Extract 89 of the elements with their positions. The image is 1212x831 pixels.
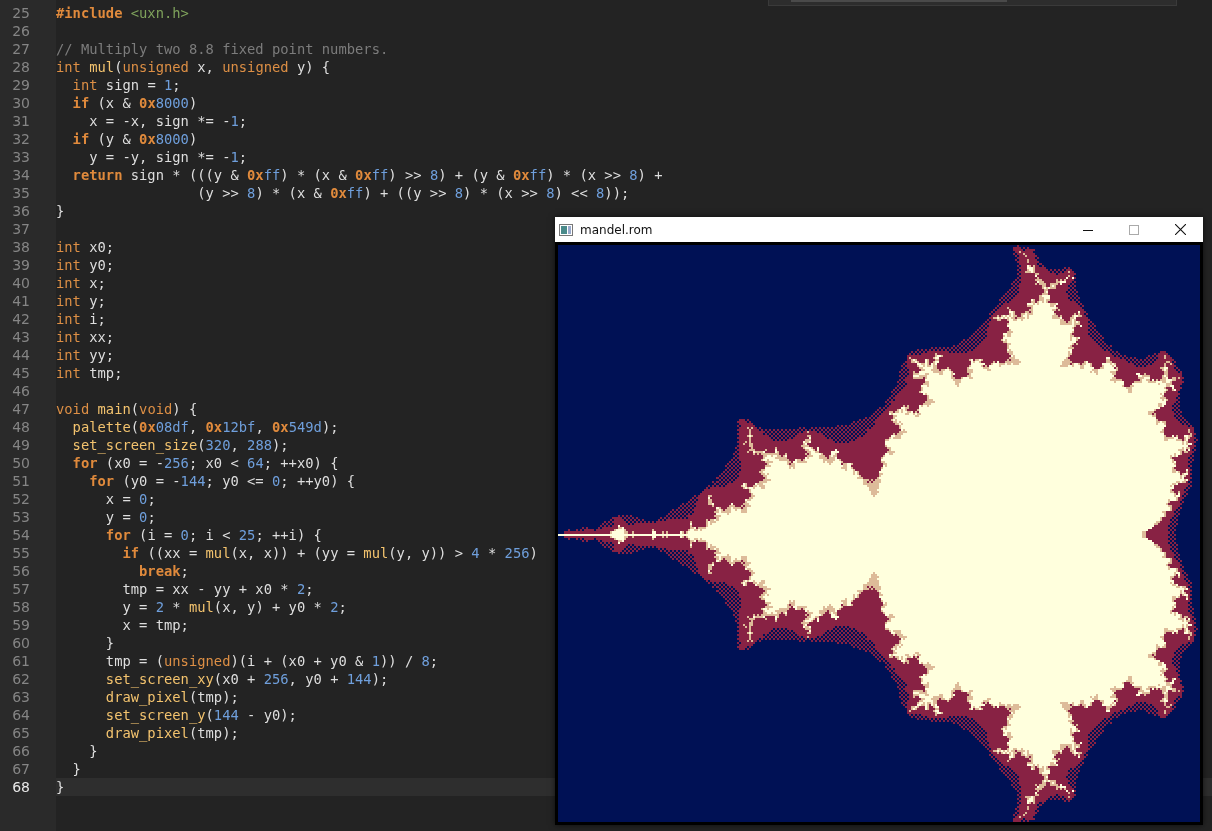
code-line: int tmp; (56, 364, 123, 382)
line-number: 45 (12, 365, 30, 381)
line-number: 38 (12, 239, 30, 255)
line-number: 62 (12, 671, 30, 687)
line-number: 37 (12, 221, 30, 237)
line-number: 43 (12, 329, 30, 345)
code-line: x = -x, sign *= -1; (88, 112, 248, 130)
line-number: 66 (12, 743, 30, 759)
line-number: 64 (12, 707, 30, 723)
line-number: 27 (12, 41, 30, 57)
code-line: int x; (56, 274, 106, 292)
line-number: 54 (12, 527, 30, 543)
code-line: #include <uxn.h> (56, 4, 189, 22)
code-line: } (56, 778, 65, 796)
line-number: 31 (12, 113, 30, 129)
code-line: set_screen_xy(x0 + 256, y0 + 144); (104, 670, 389, 688)
code-line: } (104, 634, 115, 652)
code-line: tmp = (unsigned)(i + (x0 + y0 & 1)) / 8; (104, 652, 439, 670)
code-line: int xx; (56, 328, 115, 346)
line-number: 65 (12, 725, 30, 741)
code-line: } (56, 202, 65, 220)
line-number: 33 (12, 149, 30, 165)
line-number: 36 (12, 203, 30, 219)
code-line: int y0; (56, 256, 115, 274)
line-number: 58 (12, 599, 30, 615)
line-number: 44 (12, 347, 30, 363)
line-number: 40 (12, 275, 30, 291)
code-line: int x0; (56, 238, 115, 256)
line-number: 53 (12, 509, 30, 525)
code-line: set_screen_y(144 - y0); (104, 706, 297, 724)
line-number: 30 (12, 95, 30, 111)
line-number: 51 (12, 473, 30, 489)
code-line: y = -y, sign *= -1; (88, 148, 248, 166)
code-line: int yy; (56, 346, 115, 364)
code-line: // Multiply two 8.8 fixed point numbers. (56, 40, 389, 58)
code-line: y = 2 * mul(x, y) + y0 * 2; (121, 598, 347, 616)
code-line: int sign = 1; (71, 76, 181, 94)
code-line: y = 0; (104, 508, 156, 526)
app-icon (559, 223, 573, 236)
code-line: (y >> 8) * (x & 0xff) + ((y >> 8) * (x >> 8) << 8)); (196, 184, 630, 202)
code-line: if (x & 0x8000) (71, 94, 198, 112)
code-line: int i; (56, 310, 106, 328)
line-number: 32 (12, 131, 30, 147)
code-line: set_screen_size(320, 288); (71, 436, 289, 454)
line-number: 61 (12, 653, 30, 669)
code-line: if (y & 0x8000) (71, 130, 198, 148)
line-number: 42 (12, 311, 30, 327)
line-number: 41 (12, 293, 30, 309)
code-line: void main(void) { (56, 400, 198, 418)
line-number: 55 (12, 545, 30, 561)
code-line: return sign * (((y & 0xff) * (x & 0xff) >> 8) + (y & 0xff) * (x >> 8) + (71, 166, 663, 184)
code-line: for (y0 = -144; y0 <= 0; ++y0) { (88, 472, 356, 490)
line-number: 59 (12, 617, 30, 633)
code-line: } (88, 742, 98, 760)
code-line: for (i = 0; i < 25; ++i) { (104, 526, 322, 544)
line-number: 34 (12, 167, 30, 183)
code-line: break; (138, 562, 189, 580)
line-number: 28 (12, 59, 30, 75)
line-number: 29 (12, 77, 30, 93)
line-number: 56 (12, 563, 30, 579)
line-number: 48 (12, 419, 30, 435)
line-number: 25 (12, 5, 30, 21)
window-title: mandel.rom (580, 222, 654, 237)
close-icon (1174, 224, 1186, 235)
line-number: 26 (12, 23, 30, 39)
code-line: draw_pixel(tmp); (104, 688, 239, 706)
maximize-icon (1129, 224, 1139, 235)
line-number: 68 (12, 779, 30, 795)
code-line: for (x0 = -256; x0 < 64; ++x0) { (71, 454, 339, 472)
code-line: int y; (56, 292, 106, 310)
line-number: 60 (12, 635, 30, 651)
line-number: 52 (12, 491, 30, 507)
line-number: 35 (12, 185, 30, 201)
code-line: tmp = xx - yy + x0 * 2; (121, 580, 314, 598)
code-line: x = tmp; (121, 616, 189, 634)
line-number: 49 (12, 437, 30, 453)
line-number: 46 (12, 383, 30, 399)
code-line: } (71, 760, 81, 778)
line-number: 57 (12, 581, 30, 597)
line-number: 50 (12, 455, 30, 471)
line-number: 39 (12, 257, 30, 273)
line-number: 47 (12, 401, 30, 417)
line-number: 67 (12, 761, 30, 777)
code-line: if ((xx = mul(x, x)) + (yy = mul(y, y)) > 4 * 256) (121, 544, 538, 562)
code-line: int mul(unsigned x, unsigned y) { (56, 58, 331, 76)
line-number: 63 (12, 689, 30, 705)
code-line: palette(0x08df, 0x12bf, 0x549d); (71, 418, 339, 436)
code-line: x = 0; (104, 490, 156, 508)
code-line: draw_pixel(tmp); (104, 724, 239, 742)
